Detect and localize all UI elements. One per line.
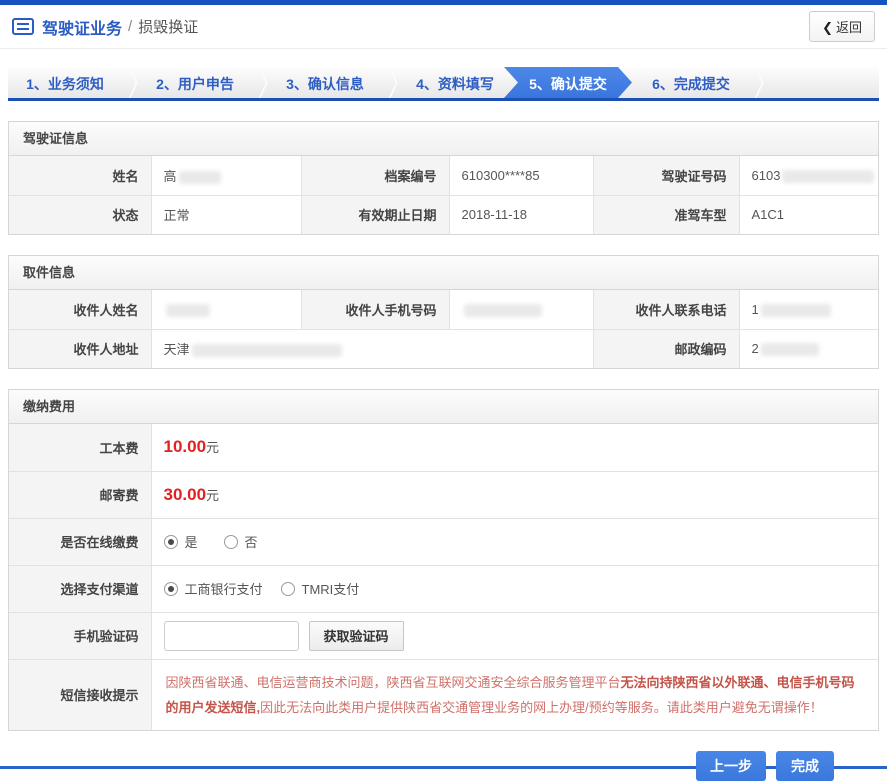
sms-code-input[interactable] [163, 620, 299, 651]
recipient-phone-label: 收件人联系电话 [592, 290, 740, 330]
step-5-confirm-submit-active: 5、确认提交 [504, 67, 632, 98]
license-info-section: 驾驶证信息 姓名 高 档案编号 610300****85 驾驶证号码 6103 … [8, 121, 879, 235]
pickup-info-table: 收件人姓名 收件人手机号码 收件人联系电话 1 收件人地址 天津 邮政编码 2 [9, 290, 878, 368]
license-info-table: 姓名 高 档案编号 610300****85 驾驶证号码 6103 状态 正常 … [9, 156, 878, 234]
radio-online-no[interactable]: 否 [223, 532, 258, 551]
previous-step-button[interactable]: 上一步 [696, 750, 766, 781]
radio-online-yes[interactable]: 是 [163, 532, 198, 551]
recipient-name-label: 收件人姓名 [9, 290, 152, 330]
table-row: 姓名 高 档案编号 610300****85 驾驶证号码 6103 [9, 156, 878, 196]
pickup-section-title: 取件信息 [9, 256, 878, 290]
radio-checked-icon[interactable] [163, 581, 178, 596]
name-value: 高 [150, 156, 302, 196]
back-chevron-icon: ❮ [822, 20, 833, 35]
online-payment-options: 是 否 [150, 517, 878, 566]
table-row: 邮寄费 30.00元 [9, 470, 878, 519]
radio-online-no-label: 否 [244, 535, 258, 550]
step-separator [748, 67, 764, 98]
step-separator [122, 67, 138, 98]
license-number-label: 驾驶证号码 [592, 156, 740, 196]
table-row: 手机验证码 获取验证码 [9, 611, 878, 660]
radio-checked-icon[interactable] [163, 534, 178, 549]
step-3-confirm-info: 3、确认信息 [286, 76, 364, 92]
recipient-mobile-label: 收件人手机号码 [300, 290, 450, 330]
recipient-address-label: 收件人地址 [9, 328, 152, 368]
table-row: 选择支付渠道 工商银行支付 TMRI支付 [9, 564, 878, 613]
production-fee-value: 10.00元 [150, 424, 878, 472]
expiry-date-label: 有效期止日期 [300, 194, 450, 234]
masked-value [191, 344, 342, 358]
masked-value [178, 170, 221, 184]
masked-value [463, 303, 542, 317]
step-1-business-notice: 1、业务须知 [26, 76, 104, 92]
file-number-value: 610300****85 [448, 156, 594, 196]
file-number-label: 档案编号 [300, 156, 450, 196]
status-label: 状态 [9, 194, 152, 234]
table-row: 收件人姓名 收件人手机号码 收件人联系电话 1 [9, 290, 878, 330]
page-header: 驾驶证业务 / 损毁换证 ❮ 返回 [0, 5, 887, 49]
license-number-value: 6103 [738, 156, 878, 196]
radio-unchecked-icon[interactable] [223, 534, 238, 549]
radio-unchecked-icon[interactable] [280, 581, 295, 596]
sms-notice-text: 因陕西省联通、电信运营商技术问题，陕西省互联网交通安全综合服务管理平台无法向持陕… [150, 658, 878, 730]
expiry-date-value: 2018-11-18 [448, 194, 594, 234]
recipient-address-value: 天津 [150, 328, 594, 368]
table-row: 是否在线缴费 是 否 [9, 517, 878, 566]
page-title: 驾驶证业务 [42, 20, 123, 38]
radio-channel-tmri[interactable]: TMRI支付 [280, 579, 360, 598]
masked-value [760, 343, 819, 357]
finish-button[interactable]: 完成 [776, 750, 834, 781]
footer-actions: 上一步 完成 [8, 750, 879, 781]
sms-code-label: 手机验证码 [9, 611, 152, 660]
vehicle-class-label: 准驾车型 [592, 194, 740, 234]
page-subtitle: 损毁换证 [138, 19, 199, 36]
payment-channel-label: 选择支付渠道 [9, 564, 152, 613]
step-separator [252, 67, 268, 98]
step-2-user-declaration: 2、用户申告 [156, 76, 234, 92]
table-row: 短信接收提示 因陕西省联通、电信运营商技术问题，陕西省互联网交通安全综合服务管理… [9, 658, 878, 730]
postage-fee-value: 30.00元 [150, 470, 878, 519]
get-code-button[interactable]: 获取验证码 [308, 620, 404, 651]
fees-table: 工本费 10.00元 邮寄费 30.00元 是否在线缴费 是 否 选择支付渠道 … [9, 424, 878, 730]
radio-online-yes-label: 是 [184, 535, 198, 550]
masked-value [782, 169, 875, 183]
table-row: 收件人地址 天津 邮政编码 2 [9, 328, 878, 368]
production-fee-label: 工本费 [9, 424, 152, 472]
vehicle-class-value: A1C1 [738, 194, 878, 234]
back-button-label: 返回 [835, 20, 862, 35]
back-button[interactable]: ❮ 返回 [809, 11, 875, 42]
sms-notice-label: 短信接收提示 [9, 658, 152, 730]
postage-fee-label: 邮寄费 [9, 470, 152, 519]
masked-value [760, 303, 831, 317]
recipient-mobile-value [448, 290, 594, 330]
step-separator [382, 67, 398, 98]
step-4-fill-materials: 4、资料填写 [416, 76, 494, 92]
status-value: 正常 [150, 194, 302, 234]
name-label: 姓名 [9, 156, 152, 196]
payment-channel-options: 工商银行支付 TMRI支付 [150, 564, 878, 613]
license-section-title: 驾驶证信息 [9, 122, 878, 156]
form-list-icon [12, 18, 34, 35]
recipient-phone-value: 1 [738, 290, 878, 330]
postcode-value: 2 [738, 328, 878, 368]
breadcrumb-separator: / [128, 18, 133, 35]
recipient-name-value [150, 290, 302, 330]
masked-value [165, 303, 210, 317]
table-row: 状态 正常 有效期止日期 2018-11-18 准驾车型 A1C1 [9, 194, 878, 234]
sms-code-field: 获取验证码 [150, 611, 878, 660]
radio-channel-icbc[interactable]: 工商银行支付 [163, 579, 263, 598]
radio-channel-tmri-label: TMRI支付 [301, 582, 360, 597]
step-wizard: 1、业务须知 2、用户申告 3、确认信息 4、资料填写 5、确认提交 6、完成提… [8, 67, 879, 101]
online-payment-label: 是否在线缴费 [9, 517, 152, 566]
fees-section-title: 缴纳费用 [9, 390, 878, 424]
radio-channel-icbc-label: 工商银行支付 [184, 582, 263, 597]
pickup-info-section: 取件信息 收件人姓名 收件人手机号码 收件人联系电话 1 收件人地址 天津 邮政… [8, 255, 879, 369]
table-row: 工本费 10.00元 [9, 424, 878, 472]
step-6-finish-submit: 6、完成提交 [652, 76, 730, 92]
fees-section: 缴纳费用 工本费 10.00元 邮寄费 30.00元 是否在线缴费 是 否 选择… [8, 389, 879, 731]
postcode-label: 邮政编码 [592, 328, 740, 368]
